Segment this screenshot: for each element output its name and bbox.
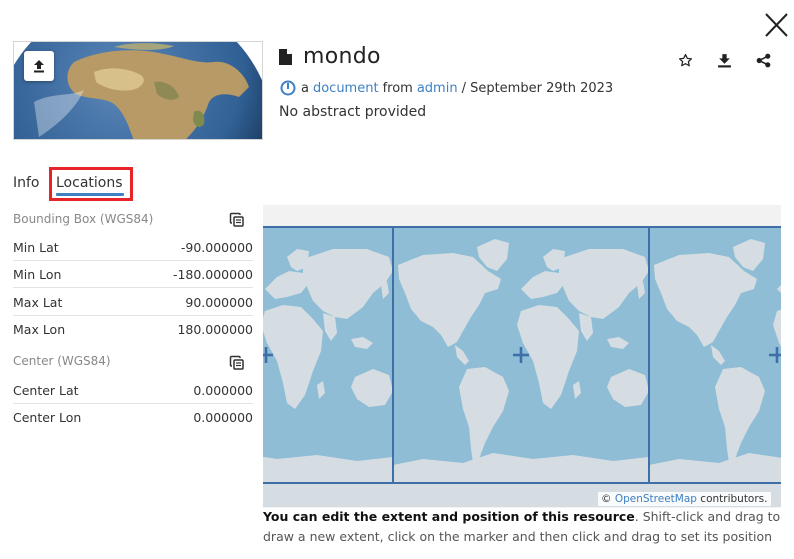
help-bold: You can edit the extent and position of … xyxy=(263,509,635,524)
center-row-label: Center Lat xyxy=(13,382,79,398)
extent-map[interactable] xyxy=(263,205,781,508)
owner-link[interactable]: admin xyxy=(417,81,458,96)
center-row-lat: Center Lat 0.000000 xyxy=(13,377,253,404)
copy-center-button[interactable] xyxy=(229,355,245,371)
attribution-suffix: contributors. xyxy=(700,493,768,505)
center-heading: Center (WGS84) xyxy=(13,354,111,368)
geonode-icon xyxy=(280,80,296,96)
map-help-text: You can edit the extent and position of … xyxy=(263,507,788,547)
bbox-row-label: Max Lon xyxy=(13,322,66,337)
center-row-label: Center Lon xyxy=(13,410,82,425)
meta-prefix: a xyxy=(301,80,309,96)
download-button[interactable] xyxy=(714,50,734,70)
center-row-value: 0.000000 xyxy=(193,410,253,425)
bbox-row-label: Min Lat xyxy=(13,239,59,255)
bbox-row-value: 180.000000 xyxy=(177,322,253,337)
copy-icon xyxy=(229,212,244,227)
copy-bbox-button[interactable] xyxy=(229,212,245,228)
close-icon xyxy=(765,13,788,37)
resource-actions xyxy=(675,50,792,70)
center-row-value: 0.000000 xyxy=(193,382,253,398)
attribution-prefix: © xyxy=(601,493,612,505)
tab-info[interactable]: Info xyxy=(13,175,40,191)
bbox-row-min-lon: Min Lon -180.000000 xyxy=(13,261,253,288)
openstreetmap-link[interactable]: OpenStreetMap xyxy=(615,493,697,505)
bbox-row-max-lon: Max Lon 180.000000 xyxy=(13,316,253,343)
map-canvas[interactable] xyxy=(263,205,781,508)
bbox-row-label: Min Lon xyxy=(13,266,62,282)
bbox-row-max-lat: Max Lat 90.000000 xyxy=(13,289,253,316)
close-button[interactable] xyxy=(760,10,792,42)
bbox-row-min-lat: Min Lat -90.000000 xyxy=(13,234,253,261)
bbox-row-label: Max Lat xyxy=(13,294,63,310)
resource-title-row: mondo xyxy=(279,44,381,69)
map-attribution: © OpenStreetMap contributors. xyxy=(598,492,771,506)
resource-date: / September 29th 2023 xyxy=(461,80,614,96)
document-icon xyxy=(279,48,292,65)
share-button[interactable] xyxy=(753,50,773,70)
bbox-heading: Bounding Box (WGS84) xyxy=(13,212,154,226)
download-icon xyxy=(717,53,731,67)
meta-from: from xyxy=(382,80,413,96)
resource-meta: a document from admin / September 29th 2… xyxy=(280,80,617,96)
resource-title: mondo xyxy=(303,44,381,69)
bbox-row-value: -90.000000 xyxy=(180,239,253,255)
center-row-lon: Center Lon 0.000000 xyxy=(13,404,253,431)
bbox-row-value: 90.000000 xyxy=(185,294,253,310)
favorite-button[interactable] xyxy=(675,50,695,70)
copy-icon xyxy=(229,355,244,370)
resource-abstract: No abstract provided xyxy=(279,104,427,120)
star-icon xyxy=(678,53,692,66)
resource-type-link[interactable]: document xyxy=(313,81,379,96)
bbox-row-value: -180.000000 xyxy=(172,266,253,282)
upload-thumbnail-button[interactable] xyxy=(24,51,54,81)
share-icon xyxy=(756,53,770,67)
highlight-box xyxy=(49,167,133,201)
upload-icon xyxy=(34,60,44,73)
